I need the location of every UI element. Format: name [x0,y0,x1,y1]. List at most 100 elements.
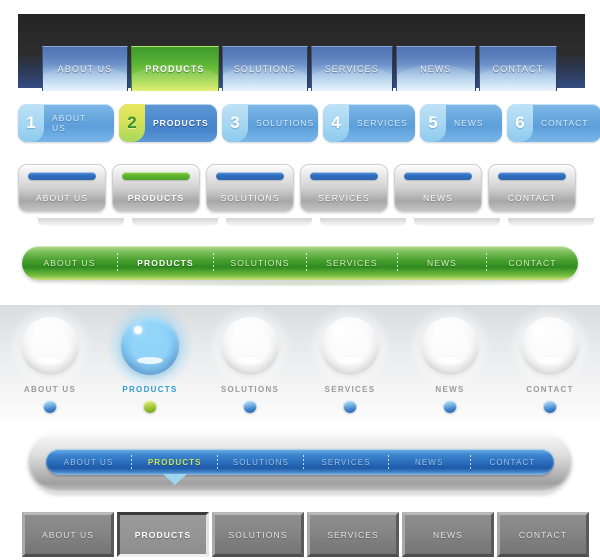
nav6-item-services[interactable]: SERVICES [304,449,387,475]
nav2-tab-products[interactable]: 2 PRODUCTS [119,104,217,142]
navbar-silver-buttons: ABOUT US PRODUCTS SOLUTIONS SERVICES NEW [0,160,600,227]
nav1-tab-news[interactable]: NEWS [395,46,476,91]
nav3-button-label: CONTACT [507,193,557,203]
nav3-reflection [414,218,500,227]
nav5-item-products[interactable]: PRODUCTS [100,301,200,420]
nav1-tab-label: SOLUTIONS [233,64,296,74]
orb-icon [405,301,495,391]
nav6-item-about-us[interactable]: ABOUT US [46,449,131,475]
nav1-tab-label: NEWS [420,64,452,74]
nav4-item-news[interactable]: NEWS [398,246,486,280]
nav2-tab-contact[interactable]: 6 CONTACT [507,104,600,142]
nav2-tab-number: 3 [222,104,248,142]
nav5-status-dot-icon[interactable] [343,400,357,413]
nav3-indicator-pill [404,172,472,180]
nav3-indicator-pill [28,172,96,180]
nav4-item-contact[interactable]: CONTACT [487,246,578,280]
nav7-tab-solutions[interactable]: SOLUTIONS [212,512,304,557]
orb-glow [205,301,295,391]
nav1-tab-products[interactable]: PRODUCTS [130,46,219,91]
nav1-tab-services[interactable]: SERVICES [310,46,393,91]
nav4-item-products[interactable]: PRODUCTS [118,246,213,280]
nav2-tab-label: PRODUCTS [153,118,209,128]
orb-specular-highlight [34,326,42,334]
nav3-button-news[interactable]: NEWS [394,164,500,227]
nav6-item-news[interactable]: NEWS [389,449,470,475]
nav3-button-label: ABOUT US [35,193,89,203]
nav5-orb-list: ABOUT US PRODUCTS SOLUTIONS SERVICES NEW [0,301,600,420]
orb-icon [105,301,195,391]
navbar-numbered-tabs: 1 ABOUT US 2 PRODUCTS 3 SOLUTIONS 4 SERV… [0,100,600,146]
nav4-item-solutions[interactable]: SOLUTIONS [214,246,306,280]
navbar-glossy-orbs: ABOUT US PRODUCTS SOLUTIONS SERVICES NEW [0,301,600,420]
nav2-tab-number: 1 [18,104,44,142]
orb-glow [305,301,395,391]
nav7-tab-products[interactable]: PRODUCTS [117,512,209,557]
nav5-item-label: SERVICES [324,385,376,394]
nav5-status-dot-icon[interactable] [443,400,457,413]
nav2-tab-number: 4 [323,104,349,142]
nav3-indicator-pill [216,172,284,180]
orb-specular-highlight [234,326,242,334]
nav3-button-services[interactable]: SERVICES [300,164,406,227]
nav2-tab-label: CONTACT [541,118,589,128]
nav1-tab-contact[interactable]: CONTACT [478,46,557,91]
nav1-tab-label: ABOUT US [57,64,113,74]
nav3-button-list: ABOUT US PRODUCTS SOLUTIONS SERVICES NEW [18,164,594,227]
nav7-tab-news[interactable]: NEWS [402,512,494,557]
nav1-tab-label: CONTACT [492,64,544,74]
navbar-gray-beveled-tabs: ABOUT US PRODUCTS SOLUTIONS SERVICES NEW… [0,504,600,560]
nav5-status-dot-icon[interactable] [43,400,57,413]
orb-icon [505,301,595,391]
nav6-item-contact[interactable]: CONTACT [471,449,554,475]
nav2-tab-news[interactable]: 5 NEWS [420,104,502,142]
nav7-tab-contact[interactable]: CONTACT [497,512,589,557]
nav6-item-products[interactable]: PRODUCTS [132,449,217,475]
nav6-item-solutions[interactable]: SOLUTIONS [218,449,303,475]
nav5-item-news[interactable]: NEWS [400,301,500,420]
nav4-item-about-us[interactable]: ABOUT US [22,246,117,280]
orb-glow [105,301,195,391]
nav1-tab-label: PRODUCTS [145,64,205,74]
nav3-indicator-pill [122,172,190,180]
orb-base-gloss [337,357,363,364]
nav2-tab-label: NEWS [454,118,484,128]
nav5-item-services[interactable]: SERVICES [300,301,400,420]
orb-glow [505,301,595,391]
orb-icon [205,301,295,391]
nav5-item-solutions[interactable]: SOLUTIONS [200,301,300,420]
nav2-tab-services[interactable]: 4 SERVICES [323,104,415,142]
nav2-tab-label: SERVICES [357,118,408,128]
nav3-button-about-us[interactable]: ABOUT US [18,164,124,227]
nav5-item-label: ABOUT US [23,385,77,394]
nav5-item-label: PRODUCTS [122,385,178,394]
nav3-button-solutions[interactable]: SOLUTIONS [206,164,312,227]
nav2-tab-number: 2 [119,104,145,142]
nav3-button-label: SERVICES [318,193,370,203]
nav3-button-contact[interactable]: CONTACT [488,164,594,227]
nav6-inner-pill: ABOUT US PRODUCTS SOLUTIONS SERVICES NEW… [46,449,554,475]
nav1-tab-solutions[interactable]: SOLUTIONS [221,46,308,91]
nav2-tab-label: SOLUTIONS [256,118,315,128]
nav5-status-dot-icon[interactable] [143,400,157,413]
orb-specular-highlight [134,326,142,334]
nav3-button-products[interactable]: PRODUCTS [112,164,218,227]
nav5-item-about-us[interactable]: ABOUT US [0,301,100,420]
navbar-green-pill: ABOUT US PRODUCTS SOLUTIONS SERVICES NEW… [0,240,600,294]
nav4-drop-shadow [40,281,560,287]
nav4-item-services[interactable]: SERVICES [307,246,397,280]
active-indicator-arrow-icon [163,474,187,485]
nav7-tab-about-us[interactable]: ABOUT US [22,512,114,557]
nav5-status-dot-icon[interactable] [543,400,557,413]
orb-base-gloss [237,357,263,364]
orb-specular-highlight [334,326,342,334]
orb-glow [5,301,95,391]
nav5-item-contact[interactable]: CONTACT [500,301,600,420]
nav1-tab-about-us[interactable]: ABOUT US [42,46,128,91]
nav5-status-dot-icon[interactable] [243,400,257,413]
nav2-tab-about-us[interactable]: 1 ABOUT US [18,104,114,142]
nav7-tab-services[interactable]: SERVICES [307,512,399,557]
nav3-reflection [320,218,406,227]
navbar-silver-casing-blue-pill: ABOUT US PRODUCTS SOLUTIONS SERVICES NEW… [0,428,600,500]
nav2-tab-solutions[interactable]: 3 SOLUTIONS [222,104,318,142]
